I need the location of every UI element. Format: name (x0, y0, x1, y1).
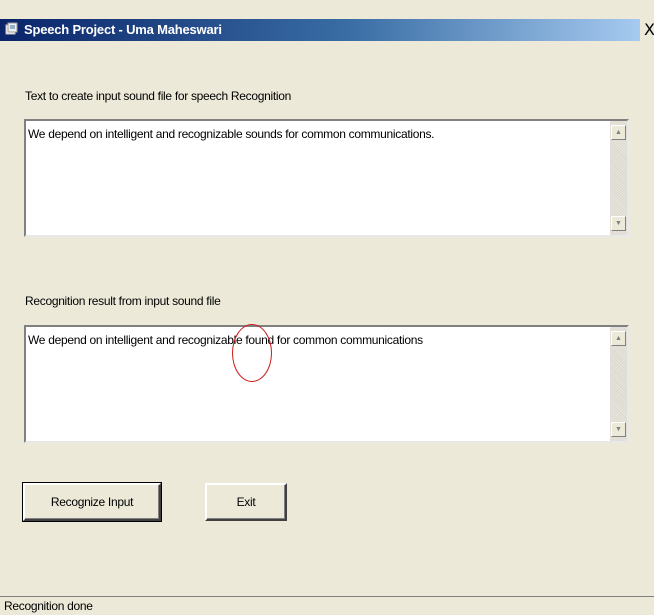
result-text-value: We depend on intelligent and recognizabl… (28, 333, 423, 347)
result-text-label: Recognition result from input sound file (25, 294, 221, 308)
input-text-label: Text to create input sound file for spee… (25, 89, 291, 103)
exit-button[interactable]: Exit (205, 483, 287, 521)
scroll-down-icon[interactable]: ▼ (611, 422, 626, 437)
input-scrollbar[interactable]: ▲ ▼ (610, 121, 627, 235)
close-button[interactable]: X (644, 19, 654, 41)
input-text-area[interactable]: We depend on intelligent and recognizabl… (24, 119, 629, 237)
window-title: Speech Project - Uma Maheswari (24, 22, 222, 37)
app-icon (5, 22, 18, 35)
status-text: Recognition done (4, 599, 93, 613)
scroll-up-icon[interactable]: ▲ (611, 331, 626, 346)
scroll-up-icon[interactable]: ▲ (611, 125, 626, 140)
result-text-area[interactable]: We depend on intelligent and recognizabl… (24, 325, 629, 443)
app-window: Speech Project - Uma Maheswari X Text to… (0, 0, 654, 615)
scroll-down-icon[interactable]: ▼ (611, 216, 626, 231)
result-scrollbar[interactable]: ▲ ▼ (610, 327, 627, 441)
title-bar[interactable]: Speech Project - Uma Maheswari (0, 19, 640, 41)
input-text-value: We depend on intelligent and recognizabl… (28, 127, 435, 141)
recognize-input-button[interactable]: Recognize Input (22, 482, 162, 522)
status-bar: Recognition done (0, 596, 654, 615)
